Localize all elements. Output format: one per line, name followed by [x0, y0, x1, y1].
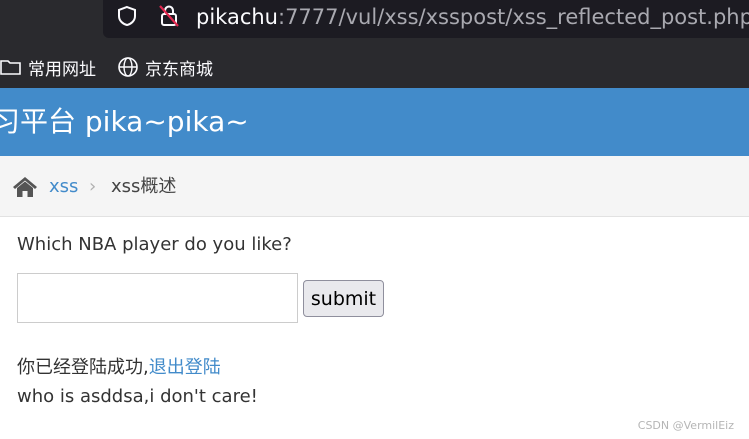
- login-status: 你已经登陆成功,退出登陆: [17, 356, 221, 380]
- url-path: :7777/vul/xss/xsspost/xss_reflected_post…: [278, 5, 749, 29]
- shield-icon[interactable]: [116, 5, 138, 27]
- watermark: CSDN @VermilEiz: [637, 419, 734, 432]
- player-name-input[interactable]: [17, 273, 298, 323]
- breadcrumb-separator: ›: [89, 176, 97, 197]
- login-success-text: 你已经登陆成功,: [17, 357, 149, 378]
- bookmark-label: 京东商城: [145, 59, 213, 80]
- bookmark-label: 常用网址: [28, 59, 96, 80]
- url-host: pikachu: [196, 5, 278, 29]
- breadcrumb-link-xss[interactable]: xss: [49, 176, 78, 198]
- question-label: Which NBA player do you like?: [17, 234, 292, 255]
- submit-button[interactable]: submit: [303, 280, 384, 317]
- insecure-lock-icon[interactable]: [158, 4, 180, 28]
- folder-icon: [0, 60, 21, 75]
- globe-icon: [118, 57, 138, 77]
- bookmark-jd[interactable]: 京东商城: [117, 56, 213, 80]
- logout-link[interactable]: 退出登陆: [149, 357, 221, 378]
- url-text[interactable]: pikachu:7777/vul/xss/xsspost/xss_reflect…: [196, 4, 749, 30]
- bookmark-folder[interactable]: 常用网址: [0, 56, 96, 80]
- breadcrumb-current: xss概述: [111, 176, 177, 197]
- site-title: 习平台 pika~pika~: [0, 105, 249, 138]
- home-icon: [13, 177, 37, 197]
- response-text: who is asddsa,i don't care!: [17, 386, 258, 407]
